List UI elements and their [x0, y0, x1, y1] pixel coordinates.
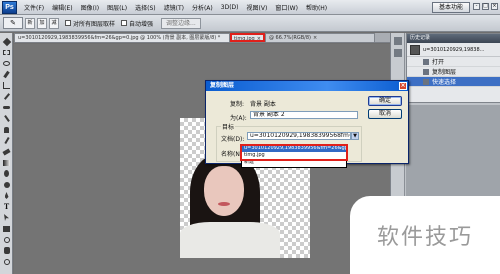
history-item-label: 快速选择 — [432, 79, 457, 86]
tab-close-icon[interactable]: × — [313, 35, 317, 41]
photoshop-logo: Ps — [2, 0, 17, 14]
auto-enhance-checkbox[interactable]: 自动增强 — [121, 19, 153, 28]
menu-layer[interactable]: 图层(L) — [103, 3, 131, 12]
options-bar: ✎ 新 加 减 对所有图层取样 自动增强 调整边缘... — [0, 15, 500, 32]
new-selection-button[interactable]: 新 — [25, 17, 35, 29]
highlight-box — [240, 144, 348, 161]
dialog-title-bar: 复制图层 × — [206, 81, 408, 91]
eraser-tool-icon[interactable] — [2, 147, 11, 156]
checkbox-icon — [65, 20, 71, 26]
portrait-image — [180, 154, 280, 258]
shape-tool-icon[interactable] — [2, 224, 11, 233]
tab-label: u=3010120929,1983839956&fm=26&gp=0.jpg @… — [18, 35, 221, 41]
menu-image[interactable]: 图像(I) — [77, 3, 103, 12]
refine-edge-button[interactable]: 调整边缘... — [161, 17, 201, 29]
toolbox: T — [0, 33, 13, 274]
tab-timg[interactable]: timg.jpg × — [230, 33, 265, 42]
menu-edit[interactable]: 编辑(E) — [48, 3, 76, 12]
destination-label: 目标 — [221, 122, 236, 131]
menu-bar: Ps 文件(F) 编辑(E) 图像(I) 图层(L) 选择(S) 滤镜(T) 分… — [0, 0, 500, 15]
quick-selection-icon[interactable] — [2, 70, 11, 79]
document-label: 文档(D): — [221, 136, 245, 143]
checkbox-icon — [121, 20, 128, 26]
hand-tool-icon[interactable] — [2, 246, 11, 255]
cancel-button[interactable]: 取消 — [368, 109, 402, 119]
marquee-tool-icon[interactable] — [2, 48, 11, 57]
brush-tool-icon[interactable] — [2, 114, 11, 123]
history-state-icon — [423, 78, 429, 85]
dialog-title: 复制图层 — [210, 82, 235, 89]
lasso-tool-icon[interactable] — [2, 59, 11, 68]
menu-select[interactable]: 选择(S) — [131, 3, 160, 12]
tab-label: timg.jpg — [234, 36, 255, 42]
history-item-open[interactable]: 打开 — [407, 57, 500, 67]
lips-shape — [218, 202, 230, 206]
sample-all-layers-checkbox[interactable]: 对所有图层取样 — [65, 19, 115, 28]
tab-document-3[interactable]: @ 66.7%(RGB/8) × — [264, 33, 375, 42]
watermark: 软件技巧 — [350, 196, 500, 274]
auto-enhance-label: 自动增强 — [129, 20, 154, 28]
sample-all-layers-label: 对所有图层取样 — [73, 20, 116, 28]
layer-name-input[interactable]: 背景 副本 2 — [250, 111, 358, 119]
history-brush-icon[interactable] — [2, 136, 11, 145]
watermark-text: 软件技巧 — [376, 225, 473, 250]
maximize-icon[interactable]: □ — [482, 3, 489, 10]
dodge-tool-icon[interactable] — [2, 180, 11, 189]
close-icon[interactable]: × — [491, 3, 498, 10]
copy-label: 复制: — [230, 101, 245, 108]
history-item-quick-select[interactable]: 快速选择 — [407, 77, 500, 87]
path-selection-icon[interactable] — [2, 213, 11, 222]
crop-tool-icon[interactable] — [2, 81, 11, 90]
menu-analysis[interactable]: 分析(A) — [188, 3, 217, 12]
as-label: 为(A): — [230, 115, 247, 122]
document-tab-strip: u=3010120929,1983839956&fm=26&gp=0.jpg @… — [14, 33, 390, 43]
gradient-tool-icon[interactable] — [2, 158, 11, 167]
actions-panel-icon[interactable] — [394, 49, 402, 57]
add-selection-button[interactable]: 加 — [37, 17, 47, 29]
tab-close-icon[interactable]: × — [257, 36, 261, 40]
history-panel-title: 历史记录 — [407, 34, 500, 43]
menu-help[interactable]: 帮助(H) — [302, 3, 331, 12]
zoom-tool-icon[interactable] — [2, 257, 11, 266]
menu-3d[interactable]: 3D(D) — [217, 4, 243, 11]
healing-brush-icon[interactable] — [2, 103, 11, 112]
pen-tool-icon[interactable] — [2, 191, 11, 200]
document-select[interactable]: u=3010120929,19838399568fm=26... — [247, 132, 351, 140]
history-state-icon — [423, 58, 429, 65]
type-tool-icon[interactable]: T — [2, 202, 11, 211]
history-state-icon — [423, 68, 429, 75]
history-item-duplicate-layer[interactable]: 复制图层 — [407, 67, 500, 77]
quick-selection-tool-icon[interactable]: ✎ — [3, 17, 23, 29]
subtract-selection-button[interactable]: 减 — [49, 17, 59, 29]
snapshot-label: u=3010120929,19838... — [423, 46, 485, 53]
blur-tool-icon[interactable] — [2, 169, 11, 178]
tab-label: @ 66.7%(RGB/8) — [268, 35, 311, 41]
menu-window[interactable]: 窗口(W) — [271, 3, 302, 12]
chevron-down-icon[interactable]: ▼ — [351, 132, 359, 140]
history-item-label: 打开 — [432, 59, 445, 66]
snapshot-thumbnail — [410, 44, 420, 55]
menu-filter[interactable]: 滤镜(T) — [160, 3, 188, 12]
3d-tool-icon[interactable] — [2, 235, 11, 244]
workspace-button[interactable]: 基本功能 — [431, 2, 470, 13]
menu-view[interactable]: 视图(V) — [243, 3, 272, 12]
history-panel: 历史记录 u=3010120929,19838... 打开 复制图层 快速选择 — [406, 33, 500, 103]
clone-stamp-icon[interactable] — [2, 125, 11, 134]
history-item-label: 复制图层 — [432, 69, 457, 76]
minimize-icon[interactable]: - — [473, 3, 480, 10]
copy-value: 背景 副本 — [250, 101, 276, 108]
tab-document-1[interactable]: u=3010120929,1983839956&fm=26&gp=0.jpg @… — [14, 33, 230, 42]
eyedropper-tool-icon[interactable] — [2, 92, 11, 101]
window-controls: - □ × — [473, 3, 498, 10]
close-icon[interactable]: × — [399, 82, 407, 90]
sweater-shape — [180, 222, 280, 258]
face-shape — [204, 166, 244, 216]
menu-file[interactable]: 文件(F) — [20, 3, 48, 12]
history-panel-icon[interactable] — [394, 37, 402, 45]
history-snapshot[interactable]: u=3010120929,19838... — [407, 43, 500, 57]
ok-button[interactable]: 确定 — [368, 96, 402, 106]
move-tool-icon[interactable] — [2, 37, 11, 46]
